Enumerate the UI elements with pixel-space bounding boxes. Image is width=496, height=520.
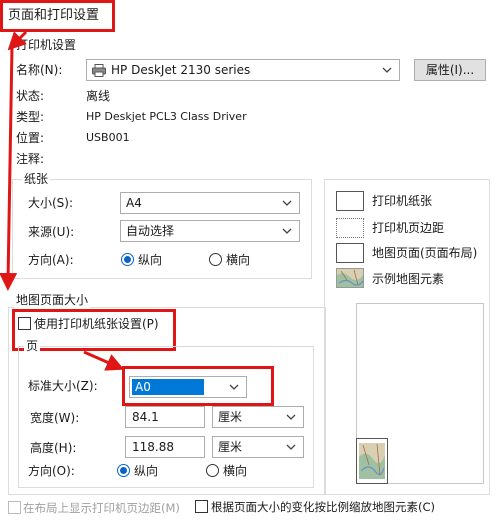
arrow-to-standard-size: [83, 350, 125, 371]
arrow-to-map-page: [0, 45, 18, 291]
annotation-arrows: [0, 30, 125, 371]
arrow-title-to-printer: [7, 30, 28, 51]
